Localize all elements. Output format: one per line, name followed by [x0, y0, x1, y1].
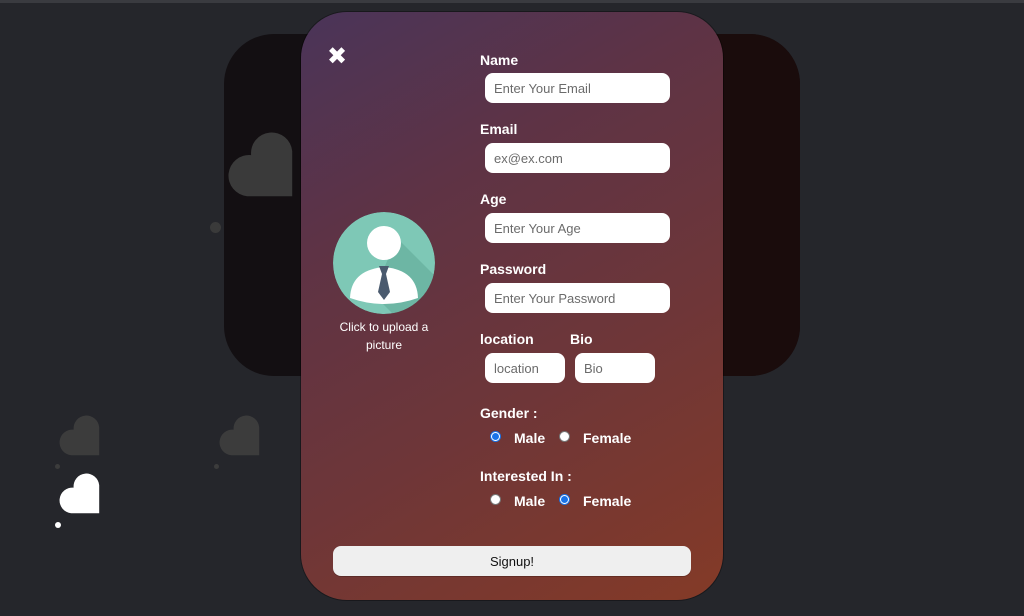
bubble-dot [210, 222, 221, 233]
user-avatar-icon[interactable] [333, 212, 435, 314]
location-label: location [480, 331, 534, 347]
bubble-dot [55, 522, 61, 528]
location-input[interactable] [485, 353, 565, 383]
heart-icon [58, 414, 114, 470]
interested-male-label[interactable]: Male [514, 493, 545, 509]
gender-female-radio[interactable] [559, 431, 570, 442]
bubble-dot [214, 464, 219, 469]
age-label: Age [480, 191, 507, 207]
gender-male-label[interactable]: Male [514, 430, 545, 446]
interested-in-label: Interested In : [480, 468, 572, 484]
interested-male-radio[interactable] [490, 494, 501, 505]
signup-modal: ✖ Click to upload a picture Name Email A… [301, 12, 723, 600]
upload-picture-label[interactable]: Click to upload a picture [329, 318, 439, 354]
heart-icon [58, 472, 114, 528]
age-input[interactable] [485, 213, 670, 243]
close-icon[interactable]: ✖ [327, 44, 347, 68]
signup-button[interactable]: Signup! [333, 546, 691, 576]
email-input[interactable] [485, 143, 670, 173]
heart-icon [218, 414, 274, 470]
password-label: Password [480, 261, 547, 277]
bio-input[interactable] [575, 353, 655, 383]
interested-female-label[interactable]: Female [583, 493, 631, 509]
name-label: Name [480, 52, 519, 68]
top-divider [0, 0, 1024, 3]
gender-female-label[interactable]: Female [583, 430, 631, 446]
bubble-dot [55, 464, 60, 469]
gender-male-radio[interactable] [490, 431, 501, 442]
password-input[interactable] [485, 283, 670, 313]
bio-label: Bio [570, 331, 593, 347]
email-label: Email [480, 121, 518, 137]
gender-label: Gender : [480, 405, 538, 421]
interested-female-radio[interactable] [559, 494, 570, 505]
name-input[interactable] [485, 73, 670, 103]
